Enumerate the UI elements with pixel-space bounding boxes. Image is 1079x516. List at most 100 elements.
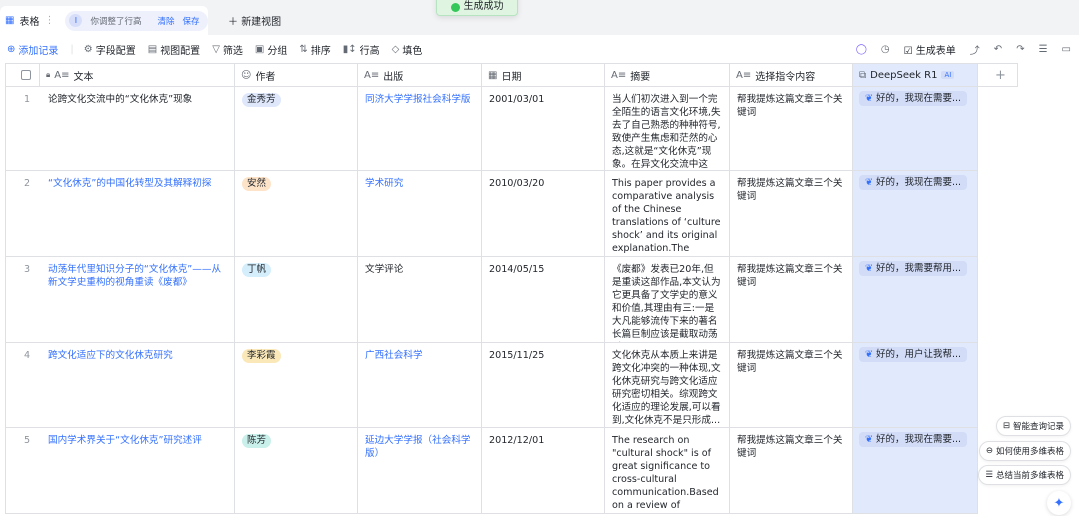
view-config-icon: ▤ [147, 43, 158, 55]
cell-result[interactable]: ❦ 好的，我现在需要... [853, 171, 978, 257]
cell-index[interactable]: 1 [5, 87, 40, 171]
group-label: 分组 [267, 45, 288, 57]
ai-result-chip[interactable]: ❦ 好的，我现在需要... [859, 432, 968, 447]
column-header-7[interactable]: ⧉ DeepSeek R1 AI [853, 63, 978, 87]
select-all-checkbox[interactable] [21, 70, 31, 80]
column-header-5[interactable]: A≡ 摘要 [605, 63, 730, 87]
search-list-icon[interactable]: ☰ [1039, 44, 1048, 55]
field-config-button[interactable]: ⚙ 字段配置 [84, 42, 136, 57]
paint-bucket-icon: ◇ [391, 43, 400, 55]
cell-result[interactable]: ❦ 好的，我现在需要... [853, 87, 978, 171]
ai-result-chip[interactable]: ❦ 好的，用户让我帮... [859, 347, 968, 362]
undo-icon[interactable]: ↶ [994, 44, 1002, 55]
cell-date[interactable]: 2015/11/25 [482, 343, 605, 428]
cell-author[interactable]: 丁帆 [235, 257, 358, 343]
cell-title[interactable]: 动荡年代里知识分子的“文化休克”——从新文学史重构的视角重读《废都》 [40, 257, 235, 343]
clear-button[interactable]: 清除 [157, 15, 174, 27]
cell-instruction[interactable]: 帮我提炼这篇文章三个关键词 [730, 343, 853, 428]
column-header-4[interactable]: ▦ 日期 [482, 63, 605, 87]
how-to-use-label: 如何使用多维表格 [995, 447, 1064, 457]
cell-title[interactable]: “文化休克”的中国化转型及其解释初探 [40, 171, 235, 257]
cell-publisher[interactable]: 广西社会科学 [358, 343, 482, 428]
history-icon[interactable]: ◷ [881, 44, 890, 55]
sort-button[interactable]: ⇅ 排序 [299, 42, 330, 57]
view-name: 表格 [19, 17, 40, 28]
cell-publisher[interactable]: 同济大学学报社会科学版 [358, 87, 482, 171]
date-text: 2001/03/01 [489, 94, 545, 105]
view-config-button[interactable]: ▤ 视图配置 [148, 42, 200, 57]
cell-instruction[interactable]: 帮我提炼这篇文章三个关键词 [730, 171, 853, 257]
cell-date[interactable]: 2014/05/15 [482, 257, 605, 343]
cell-index[interactable]: 5 [5, 428, 40, 514]
cell-result[interactable]: ❦ 好的，我需要帮用... [853, 257, 978, 343]
cell-date[interactable]: 2010/03/20 [482, 171, 605, 257]
ai-result-chip[interactable]: ❦ 好的，我现在需要... [859, 175, 968, 190]
field-config-label: 字段配置 [95, 45, 136, 57]
cell-abstract[interactable]: 文化休克从本质上来讲是跨文化冲突的一种体现,文化休克研究与跨文化适应研究密切相关… [605, 343, 730, 428]
cell-publisher[interactable]: 学术研究 [358, 171, 482, 257]
fill-color-button[interactable]: ◇ 填色 [392, 42, 423, 57]
title-text: 动荡年代里知识分子的“文化休克”——从新文学史重构的视角重读《废都》 [48, 264, 222, 288]
more-icon[interactable]: ⋮ [44, 15, 54, 26]
add-column-button[interactable]: + [978, 63, 1018, 87]
save-button[interactable]: 保存 [182, 15, 199, 27]
column-label: 选择指令内容 [755, 71, 816, 83]
column-header-3[interactable]: A≡ 出版 [358, 63, 482, 87]
cell-author[interactable]: 安然 [235, 171, 358, 257]
filter-button[interactable]: ▽ 筛选 [212, 42, 243, 57]
summarize-button[interactable]: ☰ 总结当前多维表格 [978, 465, 1071, 485]
cell-index[interactable]: 2 [5, 171, 40, 257]
cell-author[interactable]: 金秀芳 [235, 87, 358, 171]
filter-label: 筛选 [222, 45, 243, 57]
tab-table-view[interactable]: ▦ 表格 ⋮ I 你调整了行高 清除 保存 [0, 6, 208, 35]
column-label: 出版 [383, 71, 404, 83]
ai-assistant-button[interactable]: ✦ [1047, 491, 1071, 515]
cell-title[interactable]: 国内学术界关于“文化休克”研究述评 [40, 428, 235, 514]
result-text: 好的，我现在需要... [875, 93, 962, 104]
cell-abstract[interactable]: This paper provides a comparative analys… [605, 171, 730, 257]
comment-icon[interactable]: ▭ [1062, 44, 1071, 55]
cell-abstract[interactable]: 当人们初次进入到一个完全陌生的语言文化环境,失去了自己熟悉的种种符号,致使产生焦… [605, 87, 730, 171]
cell-index[interactable]: 3 [5, 257, 40, 343]
toast-text: 生成成功 [463, 1, 504, 12]
date-text: 2015/11/25 [489, 350, 545, 361]
check-circle-icon [450, 3, 460, 12]
how-to-use-button[interactable]: ⊖ 如何使用多维表格 [978, 441, 1071, 461]
cell-publisher[interactable]: 延边大学学报（社会科学版） [358, 428, 482, 514]
column-header-1[interactable]: 🔒︎ A≡ 文本 [40, 63, 235, 87]
add-record-button[interactable]: ⊕ 添加记录 [7, 42, 58, 57]
ai-ring-icon[interactable]: ◯ [856, 44, 867, 55]
row-height-notice: I 你调整了行高 清除 保存 [65, 10, 208, 31]
cell-abstract[interactable]: 《废都》发表已20年,但是重读这部作品,本文认为它更具备了文学史的意义和价值,其… [605, 257, 730, 343]
column-header-2[interactable]: ☺ 作者 [235, 63, 358, 87]
row-height-button[interactable]: ▮↕ 行高 [343, 42, 380, 57]
cell-index[interactable]: 4 [5, 343, 40, 428]
cell-instruction[interactable]: 帮我提炼这篇文章三个关键词 [730, 428, 853, 514]
cell-abstract[interactable]: The research on "cultural shock" is of g… [605, 428, 730, 514]
cell-instruction[interactable]: 帮我提炼这篇文章三个关键词 [730, 257, 853, 343]
cell-title[interactable]: 跨文化适应下的文化休克研究 [40, 343, 235, 428]
generate-form-button[interactable]: ☑ 生成表单 [904, 42, 956, 57]
new-view-button[interactable]: ＋ 新建视图 [228, 13, 281, 28]
form-icon: ☑ [903, 45, 916, 57]
group-button[interactable]: ▣ 分组 [255, 42, 287, 57]
column-header-6[interactable]: A≡ 选择指令内容 [730, 63, 853, 87]
cell-publisher[interactable]: 文学评论 [358, 257, 482, 343]
cell-date[interactable]: 2012/12/01 [482, 428, 605, 514]
cell-title[interactable]: 论跨文化交流中的“文化休克”现象 [40, 87, 235, 171]
cell-result[interactable]: ❦ 好的，我现在需要... [853, 428, 978, 514]
notice-text: 你调整了行高 [90, 16, 142, 27]
cell-date[interactable]: 2001/03/01 [482, 87, 605, 171]
share-icon[interactable]: ⤴ [970, 42, 980, 57]
instruction-text: 帮我提炼这篇文章三个关键词 [737, 94, 843, 118]
abstract-text: 《废都》发表已20年,但是重读这部作品,本文认为它更具备了文学史的意义和价值,其… [612, 264, 721, 340]
ai-result-chip[interactable]: ❦ 好的，我现在需要... [859, 91, 968, 106]
cell-author[interactable]: 陈芳 [235, 428, 358, 514]
ai-result-chip[interactable]: ❦ 好的，我需要帮用... [859, 261, 968, 276]
cell-result[interactable]: ❦ 好的，用户让我帮... [853, 343, 978, 428]
cell-instruction[interactable]: 帮我提炼这篇文章三个关键词 [730, 87, 853, 171]
smart-query-button[interactable]: ⊟ 智能查询记录 [995, 416, 1071, 436]
deepseek-whale-icon: ❦ [865, 177, 876, 188]
cell-author[interactable]: 李彩霞 [235, 343, 358, 428]
redo-icon[interactable]: ↷ [1016, 44, 1024, 55]
